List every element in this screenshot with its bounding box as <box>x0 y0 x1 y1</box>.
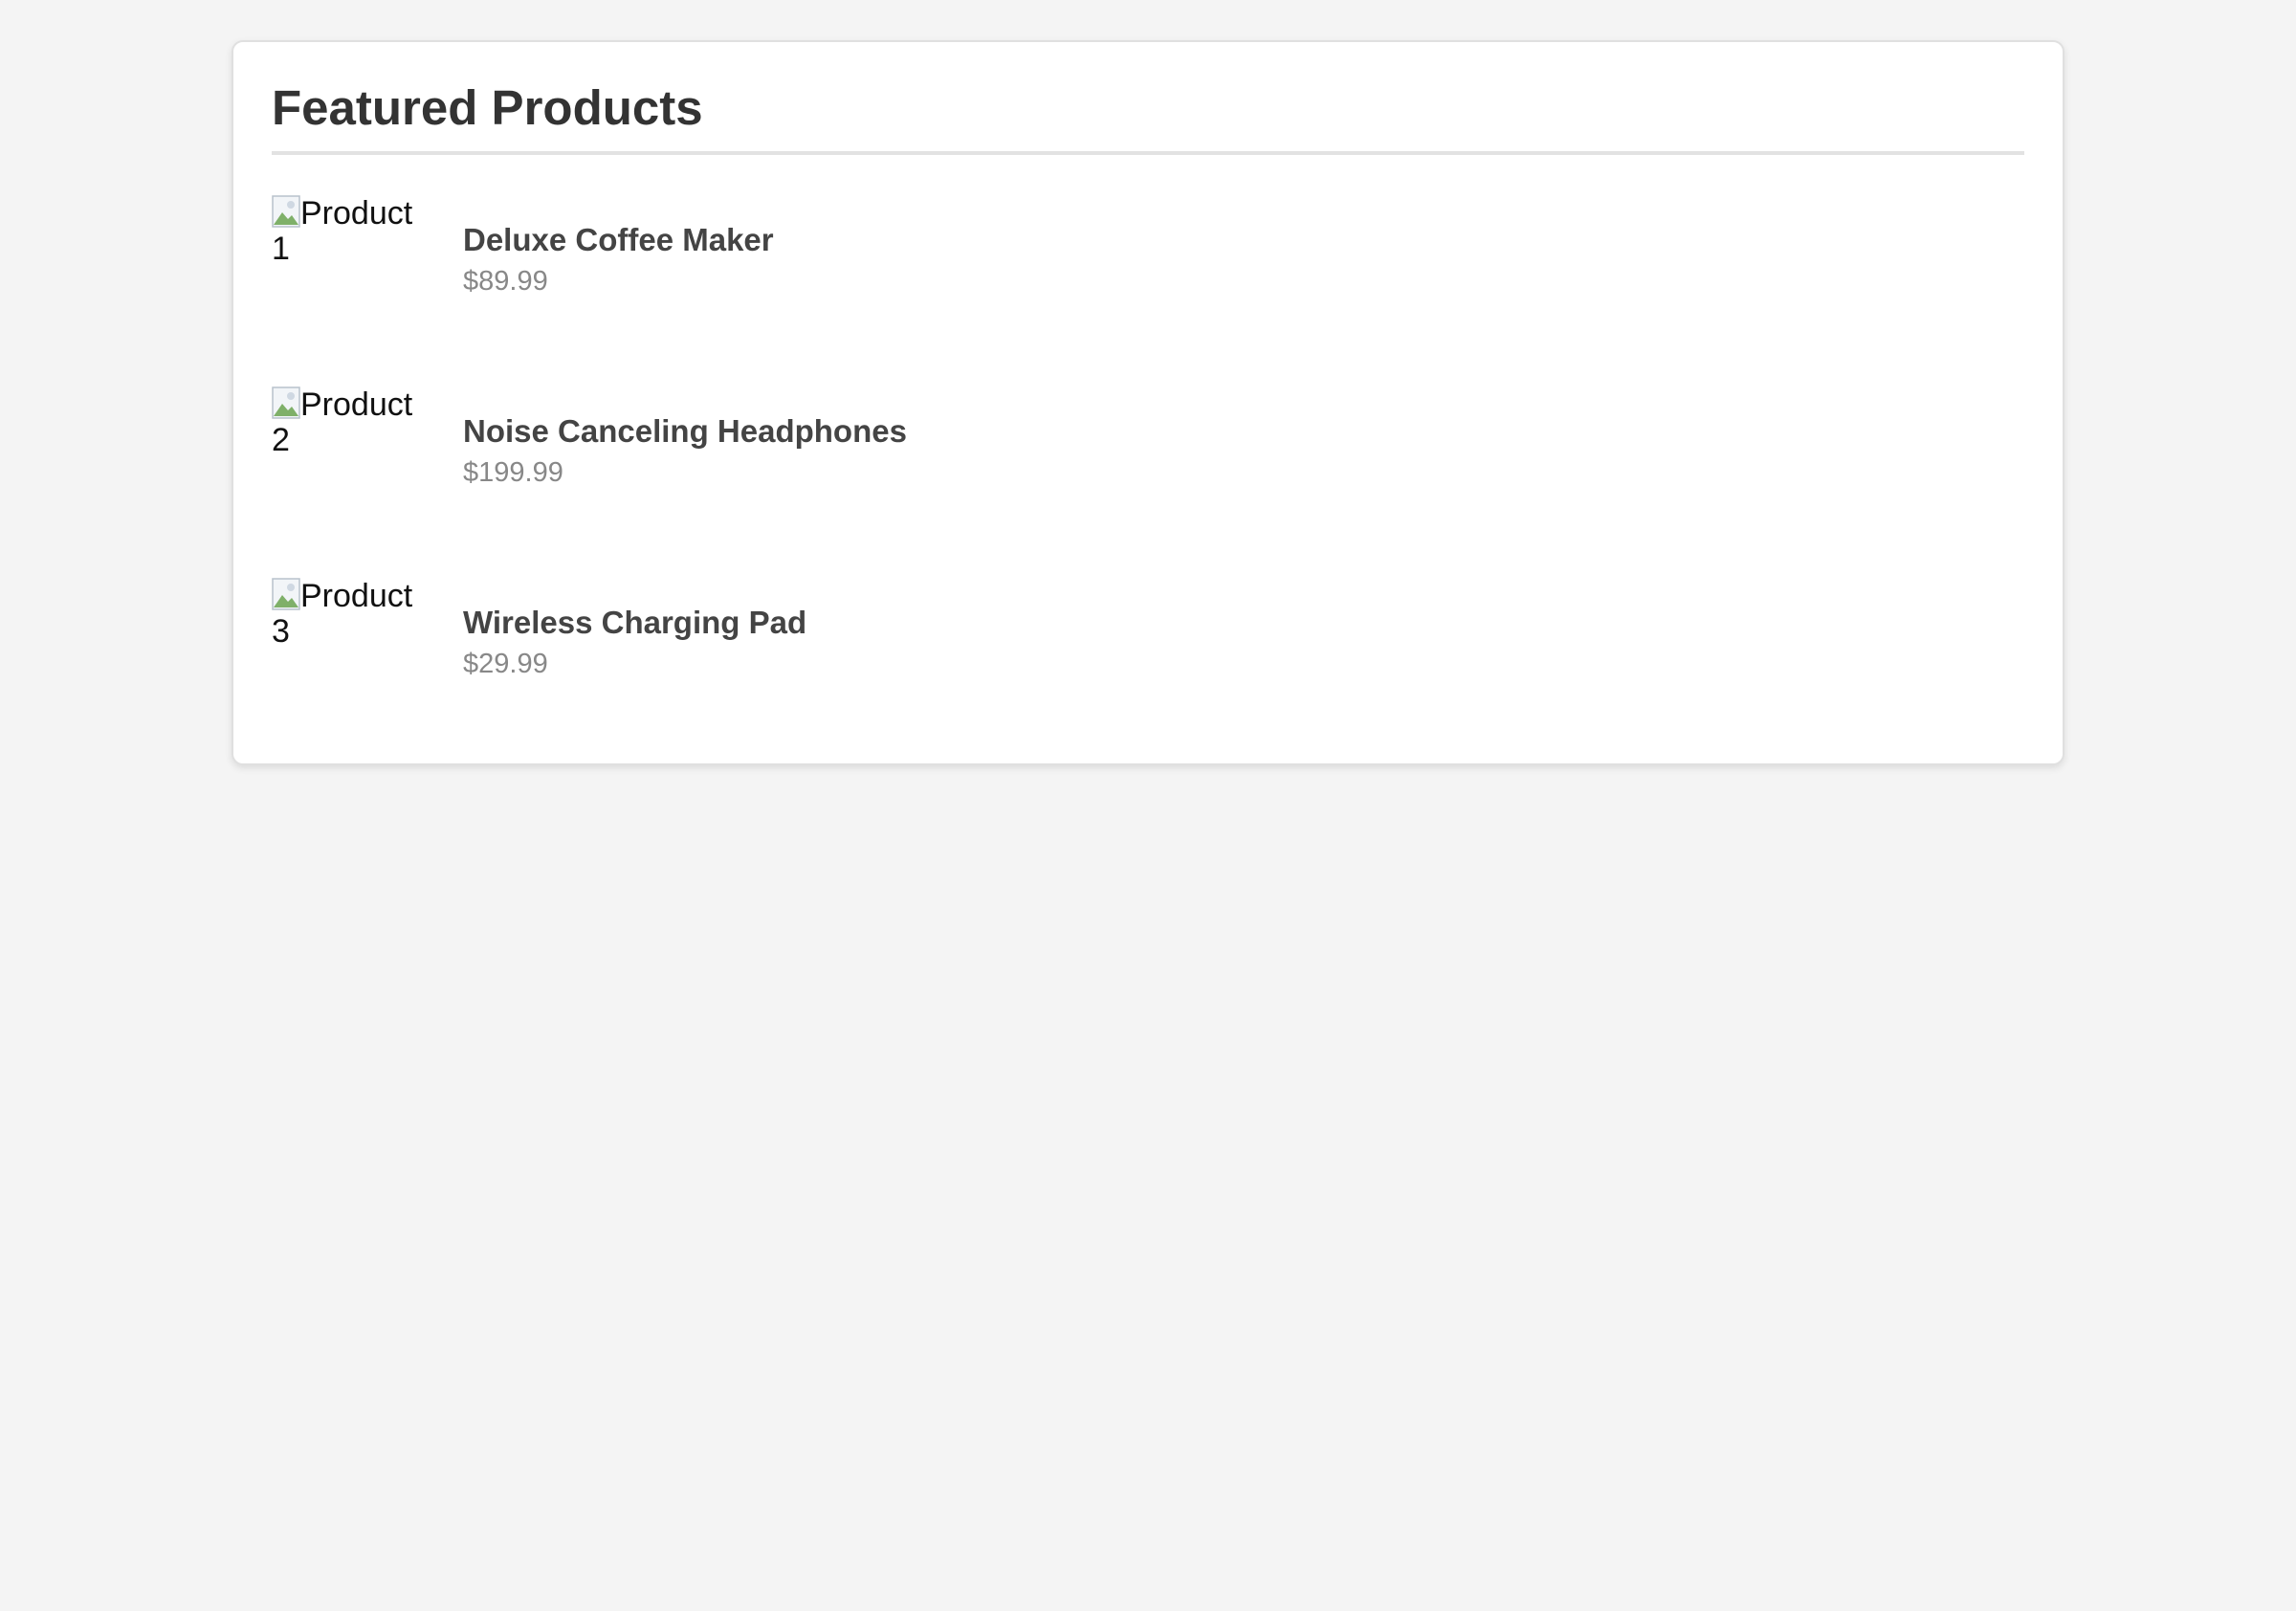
product-info: Deluxe Coffee Maker $89.99 <box>463 220 774 300</box>
product-image-alt-number: 1 <box>272 231 290 267</box>
broken-image-icon <box>272 578 300 610</box>
product-info: Noise Canceling Headphones $199.99 <box>463 411 907 492</box>
product-name[interactable]: Deluxe Coffee Maker <box>463 220 774 260</box>
product-image-alt-number: 2 <box>272 422 290 458</box>
product-price: $89.99 <box>463 266 548 297</box>
list-item[interactable]: Product 2 Noise Canceling Headphones $19… <box>272 386 2024 578</box>
product-image-alt: Product <box>300 386 413 423</box>
product-image-alt-number: 3 <box>272 613 290 650</box>
product-image-alt: Product <box>300 578 413 614</box>
page-title: Featured Products <box>272 42 2024 155</box>
product-list: Product 1 Deluxe Coffee Maker $89.99 Pro… <box>272 195 2024 769</box>
product-price: $29.99 <box>463 649 548 679</box>
product-info: Wireless Charging Pad $29.99 <box>463 603 806 683</box>
product-image-alt: Product <box>300 195 413 232</box>
product-name[interactable]: Noise Canceling Headphones <box>463 411 907 452</box>
broken-image-icon <box>272 195 300 228</box>
product-name[interactable]: Wireless Charging Pad <box>463 603 806 643</box>
featured-products-card: Featured Products Product 1 Deluxe Coffe… <box>232 40 2064 765</box>
product-image[interactable]: Product 1 <box>272 195 415 339</box>
list-item[interactable]: Product 3 Wireless Charging Pad $29.99 <box>272 578 2024 769</box>
broken-image-icon <box>272 386 300 419</box>
list-item[interactable]: Product 1 Deluxe Coffee Maker $89.99 <box>272 195 2024 386</box>
product-image[interactable]: Product 2 <box>272 386 415 530</box>
product-price: $199.99 <box>463 457 563 488</box>
product-image[interactable]: Product 3 <box>272 578 415 721</box>
